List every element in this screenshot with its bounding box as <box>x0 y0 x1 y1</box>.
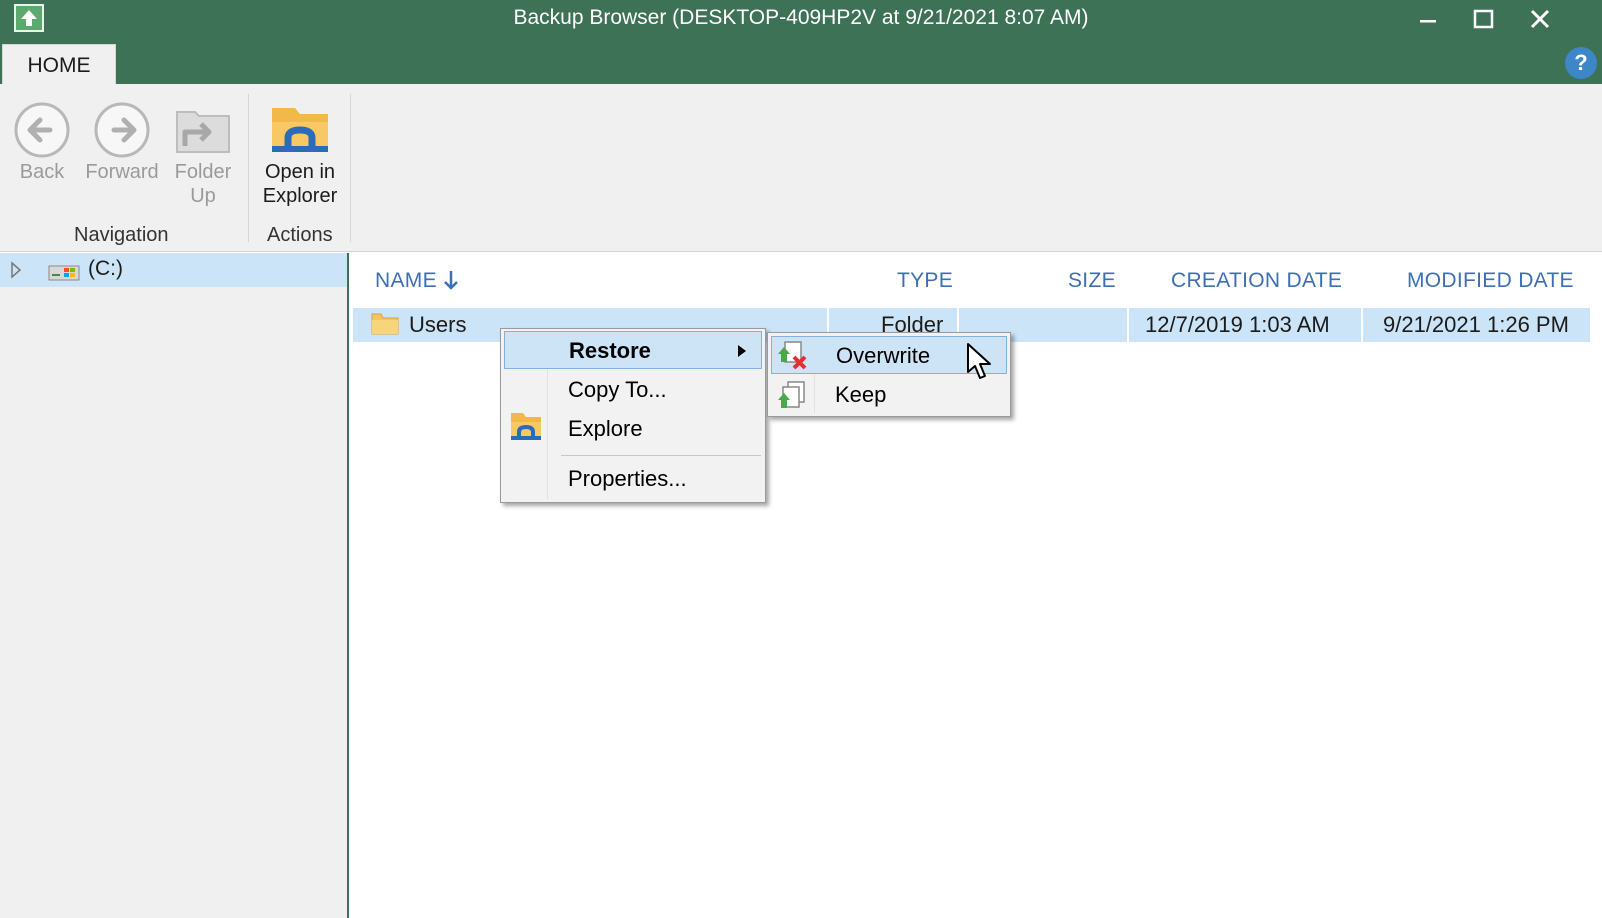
back-button[interactable]: Back <box>12 102 72 184</box>
tab-home[interactable]: HOME <box>2 44 116 86</box>
minimize-button[interactable] <box>1404 2 1452 36</box>
menu-item-restore[interactable]: Restore <box>504 331 762 369</box>
cell-name: Users <box>409 312 467 337</box>
menu-item-explore[interactable]: Explore <box>504 410 762 448</box>
help-button[interactable]: ? <box>1565 47 1597 79</box>
close-icon <box>1530 9 1550 29</box>
actions-group-label: Actions <box>267 224 333 246</box>
forward-label: Forward <box>85 161 159 183</box>
column-header-creation-date[interactable]: CREATION DATE <box>1171 269 1342 293</box>
title-bar: Backup Browser (DESKTOP-409HP2V at 9/21/… <box>0 0 1602 86</box>
open-in-explorer-label-2: Explorer <box>262 185 338 207</box>
context-menu: Restore Copy To... Explore Properties... <box>500 328 766 503</box>
back-arrow-icon <box>14 102 70 158</box>
open-in-explorer-label-1: Open in <box>264 161 336 183</box>
column-header-type[interactable]: TYPE <box>897 269 953 293</box>
submenu-arrow-icon <box>738 345 746 357</box>
folder-up-label-2: Up <box>190 185 216 207</box>
column-header-modified-date[interactable]: MODIFIED DATE <box>1407 269 1574 293</box>
menu-item-restore-label: Restore <box>569 338 651 363</box>
ribbon: Back Forward Folder Up Open in Explorer … <box>0 84 1602 252</box>
column-header-size[interactable]: SIZE <box>1068 269 1116 293</box>
explore-folder-icon <box>511 413 541 440</box>
menu-item-overwrite-label: Overwrite <box>836 343 931 368</box>
navigation-group-label: Navigation <box>74 224 169 246</box>
folder-up-icon <box>176 111 230 153</box>
menu-item-copy-to-label: Copy To... <box>568 377 667 402</box>
folder-tree: (C:) <box>0 253 349 918</box>
cell-modified-date: 9/21/2021 1:26 PM <box>1383 312 1569 337</box>
tree-item-c-drive[interactable]: (C:) <box>0 253 347 287</box>
open-in-explorer-button[interactable]: Open in Explorer <box>258 102 342 208</box>
ribbon-separator <box>248 94 249 242</box>
cell-creation-date: 12/7/2019 1:03 AM <box>1145 312 1330 337</box>
folder-icon <box>371 313 399 335</box>
folder-up-button[interactable]: Folder Up <box>168 102 238 208</box>
keep-icon <box>778 381 805 408</box>
drive-icon <box>48 265 80 281</box>
expand-caret-icon[interactable] <box>10 261 22 279</box>
overwrite-icon <box>778 341 807 370</box>
folder-up-label-1: Folder <box>174 161 232 183</box>
minimize-icon <box>1420 20 1436 23</box>
window-title: Backup Browser (DESKTOP-409HP2V at 9/21/… <box>513 6 1089 29</box>
forward-button[interactable]: Forward <box>84 102 160 184</box>
forward-arrow-icon <box>94 102 150 158</box>
menu-item-properties-label: Properties... <box>568 466 687 491</box>
explorer-folder-icon <box>272 108 328 152</box>
tree-item-label: (C:) <box>88 257 123 280</box>
ribbon-separator <box>350 94 351 242</box>
sort-arrow-down-icon <box>444 271 458 290</box>
cell-divider <box>1127 308 1129 342</box>
menu-item-copy-to[interactable]: Copy To... <box>504 371 762 409</box>
mouse-pointer-icon <box>967 343 991 379</box>
back-label: Back <box>19 161 65 183</box>
cell-divider <box>1361 308 1363 342</box>
maximize-icon <box>1473 9 1494 29</box>
menu-item-properties[interactable]: Properties... <box>504 460 762 498</box>
menu-item-explore-label: Explore <box>568 416 643 441</box>
maximize-button[interactable] <box>1460 2 1508 36</box>
menu-item-keep-label: Keep <box>835 382 887 407</box>
column-header-name-label: NAME <box>375 269 437 292</box>
menu-separator <box>561 455 761 456</box>
close-button[interactable] <box>1516 2 1564 36</box>
column-header-name[interactable]: NAME <box>375 269 459 293</box>
